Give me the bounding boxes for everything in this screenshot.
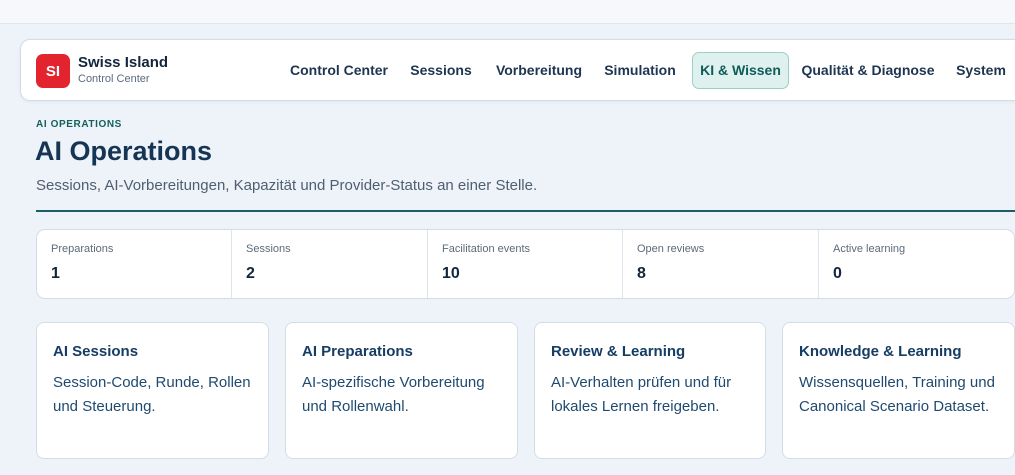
nav-system[interactable]: System xyxy=(949,52,1013,89)
card-ai-preparations[interactable]: AI Preparations AI-spezifische Vorbereit… xyxy=(285,322,518,459)
nav-vorbereitung[interactable]: Vorbereitung xyxy=(492,52,586,89)
stats-panel: Preparations 1 Sessions 2 Facilitation e… xyxy=(36,229,1015,299)
header-divider xyxy=(36,210,1015,212)
card-title: AI Sessions xyxy=(53,343,139,360)
stat-value: 1 xyxy=(51,265,60,282)
stat-label: Open reviews xyxy=(637,243,705,255)
nav-sessions[interactable]: Sessions xyxy=(405,52,477,89)
stat-value: 0 xyxy=(833,265,842,282)
stat-label: Preparations xyxy=(51,243,114,255)
page-eyebrow: AI OPERATIONS xyxy=(36,119,122,130)
stat-sessions: Sessions 2 xyxy=(232,230,428,298)
stat-value: 8 xyxy=(637,265,646,282)
page-title: AI Operations xyxy=(35,136,213,166)
stat-label: Sessions xyxy=(246,243,291,255)
page-description: Sessions, AI-Vorbereitungen, Kapazität u… xyxy=(36,177,538,194)
logo-badge[interactable]: SI xyxy=(36,54,70,88)
brand-subtitle: Control Center xyxy=(78,73,150,85)
card-review-learning[interactable]: Review & Learning AI-Verhalten prüfen un… xyxy=(534,322,766,459)
card-description: AI-spezifische Vorbereitung und Rollenwa… xyxy=(302,374,485,415)
card-description: AI-Verhalten prüfen und für lokales Lern… xyxy=(551,374,732,415)
card-description: Wissensquellen, Training und Canonical S… xyxy=(799,374,995,415)
nav-simulation[interactable]: Simulation xyxy=(602,52,678,89)
top-strip xyxy=(0,0,1015,24)
app-bar: SI Swiss Island Control Center Control C… xyxy=(20,39,1015,101)
stat-facilitation-events: Facilitation events 10 xyxy=(428,230,623,298)
card-title: Knowledge & Learning xyxy=(799,343,962,360)
card-description: Session-Code, Runde, Rollen und Steuerun… xyxy=(53,374,251,415)
stat-active-learning: Active learning 0 xyxy=(819,230,1014,298)
stat-value: 2 xyxy=(246,265,255,282)
nav-qualitaet-diagnose[interactable]: Qualität & Diagnose xyxy=(799,52,937,89)
stat-value: 10 xyxy=(442,265,460,282)
brand-name[interactable]: Swiss Island xyxy=(78,54,168,71)
stat-label: Facilitation events xyxy=(442,243,531,255)
nav-control-center[interactable]: Control Center xyxy=(283,52,395,89)
card-knowledge-learning[interactable]: Knowledge & Learning Wissensquellen, Tra… xyxy=(782,322,1015,459)
stat-preparations: Preparations 1 xyxy=(37,230,232,298)
stat-label: Active learning xyxy=(833,243,906,255)
nav-ki-wissen[interactable]: KI & Wissen xyxy=(692,52,789,89)
card-ai-sessions[interactable]: AI Sessions Session-Code, Runde, Rollen … xyxy=(36,322,269,459)
card-title: Review & Learning xyxy=(551,343,686,360)
stat-open-reviews: Open reviews 8 xyxy=(623,230,819,298)
card-title: AI Preparations xyxy=(302,343,413,360)
